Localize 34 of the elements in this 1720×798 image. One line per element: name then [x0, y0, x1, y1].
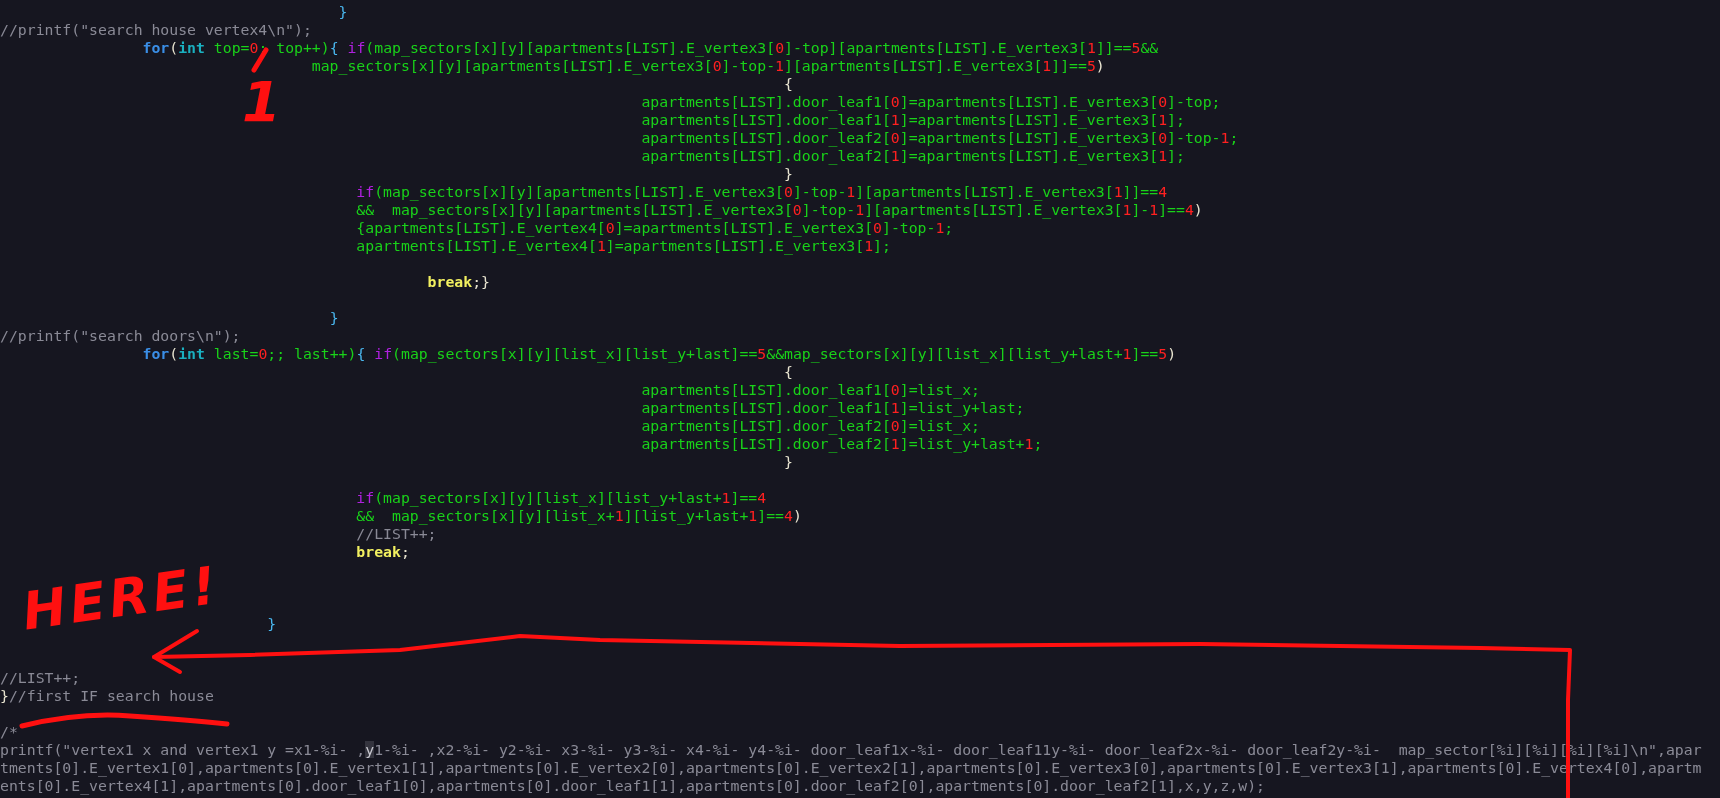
code-line: }//first IF search house: [0, 687, 214, 705]
code-line: if(map_sectors[x][y][apartments[LIST].E_vertex3[0]-top-1][apartments[LIST].E_vertex3[1]]==4: [356, 183, 1168, 201]
code-line: }: [338, 3, 348, 21]
code-line: //LIST++;: [356, 525, 437, 543]
code-line: if(map_sectors[x][y][list_x][list_y+last+1]==4: [356, 489, 767, 507]
code-line: break;}: [427, 273, 490, 291]
annotation-number: 1: [242, 78, 281, 126]
code-line: apartments[LIST].door_leaf1[1]=apartments[LIST].E_vertex3[1];: [641, 111, 1185, 129]
code-line: }: [783, 165, 793, 183]
code-line: map_sectors[x][y][apartments[LIST].E_vertex3[0]-top-1][apartments[LIST].E_vertex3[1]]==5): [311, 57, 1105, 75]
code-line: //LIST++;: [0, 669, 81, 687]
code-line: ents[0].E_vertex4[1],apartments[0].door_leaf1[0],apartments[0].door_leaf1[1],apartments[0].door_leaf2[0],apartments[0].door_leaf2[1],x,y,z,w);: [0, 777, 1265, 795]
code-line: apartments[LIST].door_leaf2[0]=apartments[LIST].E_vertex3[0]-top-1;: [641, 129, 1239, 147]
annotation-label: HERE!: [19, 558, 223, 638]
code-line: /*: [0, 723, 18, 741]
code-line: {: [783, 363, 793, 381]
code-line: && map_sectors[x][y][apartments[LIST].E_vertex3[0]-top-1][apartments[LIST].E_vertex3[1]-1]==4): [356, 201, 1203, 219]
code-line: apartments[LIST].door_leaf1[0]=apartments[LIST].E_vertex3[0]-top;: [641, 93, 1221, 111]
code-line: //printf("search house vertex4\n");: [0, 21, 312, 39]
code-line: }: [267, 615, 277, 633]
code-line: }: [783, 453, 793, 471]
code-line: apartments[LIST].door_leaf1[0]=list_x;: [641, 381, 980, 399]
code-line: //printf("search doors\n");: [0, 327, 241, 345]
code-line: apartments[LIST].E_vertex4[1]=apartments[LIST].E_vertex3[1];: [356, 237, 891, 255]
code-line: {: [783, 75, 793, 93]
code-line: {apartments[LIST].E_vertex4[0]=apartments[LIST].E_vertex3[0]-top-1;: [356, 219, 954, 237]
code-line: for(int last=0;; last++){ if(map_sectors[x][y][list_x][list_y+last]==5&&map_sectors[x][y][list_x][list_y+last+1]==5): [142, 345, 1177, 363]
code-line: apartments[LIST].door_leaf2[0]=list_x;: [641, 417, 980, 435]
code-line: break;: [356, 543, 410, 561]
code-line: apartments[LIST].door_leaf2[1]=apartments[LIST].E_vertex3[1];: [641, 147, 1185, 165]
code-line: }: [329, 309, 339, 327]
code-line: apartments[LIST].door_leaf1[1]=list_y+last;: [641, 399, 1025, 417]
code-line: && map_sectors[x][y][list_x+1][list_y+last+1]==4): [356, 507, 802, 525]
code-line: apartments[LIST].door_leaf2[1]=list_y+last+1;: [641, 435, 1043, 453]
